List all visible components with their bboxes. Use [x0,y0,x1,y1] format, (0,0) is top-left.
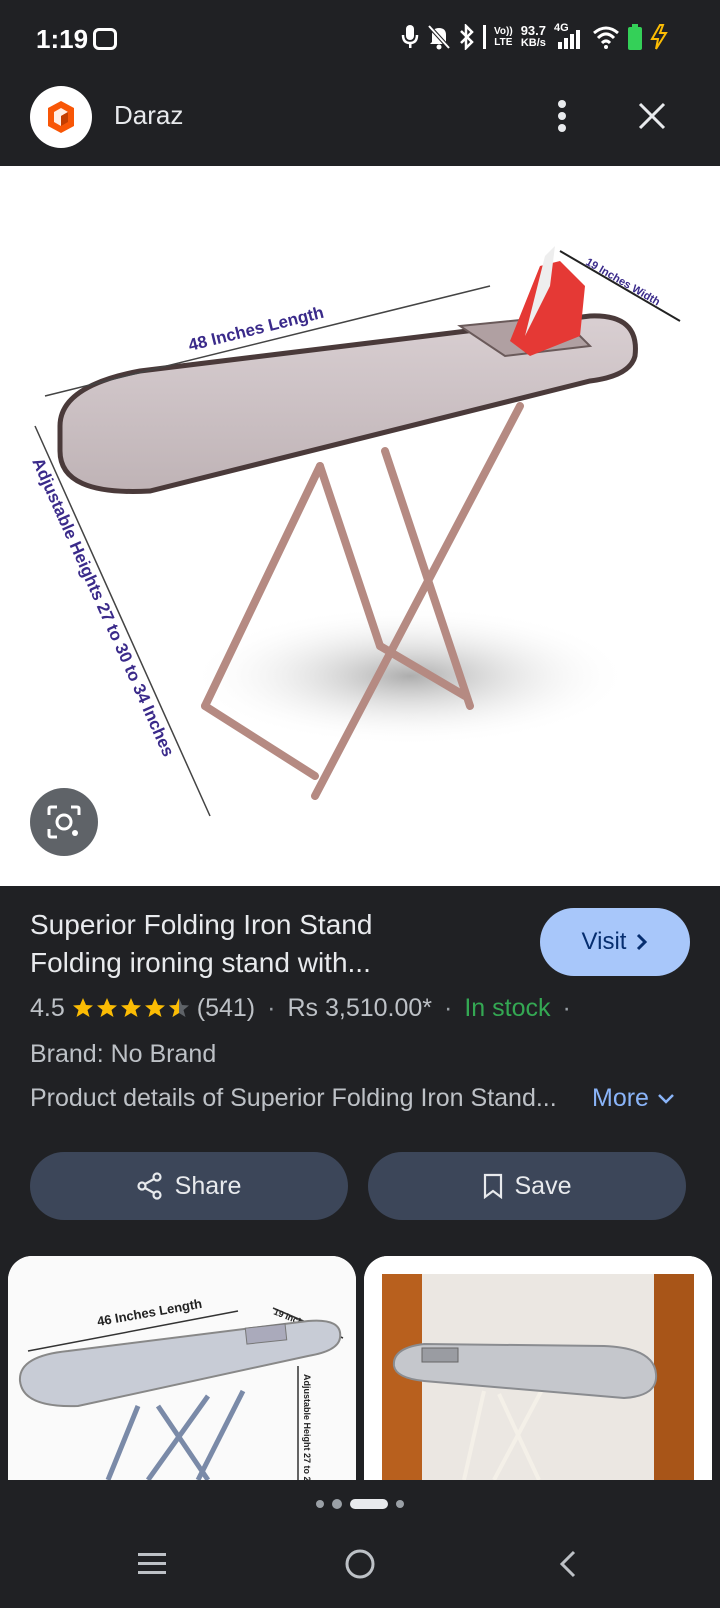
pager-dot [396,1500,404,1508]
lens-search-icon [47,805,81,839]
brand-info: Brand: No Brand [30,1040,217,1068]
divider-bar [482,25,486,49]
site-name: Daraz [114,100,184,130]
home-circle-icon [345,1549,375,1579]
star-rating [71,996,191,1020]
network-speed: 93.7 KB/s [520,23,546,49]
pager-dot [316,1500,324,1508]
separator-dot: · [444,993,453,1022]
app-header: Daraz [0,80,720,166]
wifi-icon [593,26,619,49]
rating-value: 4.5 [30,993,65,1022]
product-title-line1: Superior Folding Iron Stand [30,909,373,940]
review-count: (541) [196,993,256,1022]
more-label: More [592,1084,649,1112]
menu-lines-icon [138,1553,166,1574]
visit-button[interactable]: Visit [540,908,690,976]
chevron-down-icon [658,1093,674,1104]
share-label: Share [174,1171,242,1200]
star-full-icon [144,998,165,1017]
network-speed-unit: KB/s [520,37,546,49]
status-bar: 1:19 Vo)) LTE 93.7 KB/s 4G [0,0,720,80]
network-speed-value: 93.7 [520,23,546,38]
cell-signal-icon: 4G [554,22,584,50]
ironing-board-thumbnail: 46 Inches Length 19 Inches Width Adjusta… [8,1256,356,1480]
muted-bell-icon [427,24,451,50]
star-full-icon [120,998,141,1017]
system-nav-bar [0,1520,720,1608]
more-button[interactable]: More [592,1084,675,1113]
battery-icon [628,24,642,50]
site-logo[interactable] [30,86,92,148]
bookmark-icon [483,1173,502,1199]
status-time: 1:19 [36,24,89,54]
star-full-icon [96,998,117,1017]
google-lens-button[interactable] [30,788,98,856]
product-title-line2: Folding ironing stand with... [30,947,371,978]
home-button[interactable] [330,1540,390,1588]
more-vert-icon [558,100,566,132]
thumb1-height-label: Adjustable Height 27 to 2 [302,1374,312,1480]
star-full-icon [72,998,93,1017]
price: Rs 3,510.00* [287,993,433,1022]
width-label: 19 Inches Width [584,256,663,308]
height-label: Adjustable Heights 27 to 30 to 34 Inches [28,455,178,760]
charging-bolt-icon [650,24,668,50]
notification-app-icon [93,28,117,50]
pager-dot-active [350,1499,388,1509]
volte-top: Vo)) [493,26,513,37]
close-icon [638,102,666,130]
product-details: Product details of Superior Folding Iron… [30,1084,557,1112]
visit-label: Visit [581,928,627,955]
separator-dot: · [267,993,276,1022]
volte-bottom: LTE [494,37,513,48]
bluetooth-icon [460,24,474,50]
image-pager [0,1494,720,1514]
related-image-1[interactable]: 46 Inches Length 19 Inches Width Adjusta… [8,1256,356,1480]
pager-dot [332,1499,342,1509]
save-button[interactable]: Save [368,1152,686,1220]
related-image-2[interactable] [364,1256,712,1480]
close-button[interactable] [628,92,676,140]
stock-status: In stock [464,993,551,1022]
length-label: 48 Inches Length [186,303,325,355]
star-half-icon [168,998,189,1017]
back-button[interactable] [538,1540,598,1588]
recent-apps-button[interactable] [122,1540,182,1588]
separator-dot: · [562,993,571,1022]
product-title[interactable]: Superior Folding Iron Stand Folding iron… [30,906,490,982]
volte-indicator: Vo)) LTE [494,26,513,48]
ironing-stand-illustration: 48 Inches Length 19 Inches Width Adjusta… [28,246,681,817]
chevron-right-icon [637,933,648,951]
more-options-button[interactable] [540,92,584,140]
daraz-logo-icon [48,101,74,133]
status-icons: Vo)) LTE 93.7 KB/s 4G [401,22,668,50]
share-icon [137,1172,162,1200]
microphone-icon [401,25,419,48]
product-image[interactable]: 48 Inches Length 19 Inches Width Adjusta… [0,166,720,886]
share-button[interactable]: Share [30,1152,348,1220]
back-chevron-icon [559,1550,576,1578]
save-label: Save [514,1171,572,1200]
ironing-board-photo-thumbnail [364,1256,712,1480]
product-meta-row: 4.5 (541) · Rs 3,510.00* · In stock · [30,990,583,1026]
